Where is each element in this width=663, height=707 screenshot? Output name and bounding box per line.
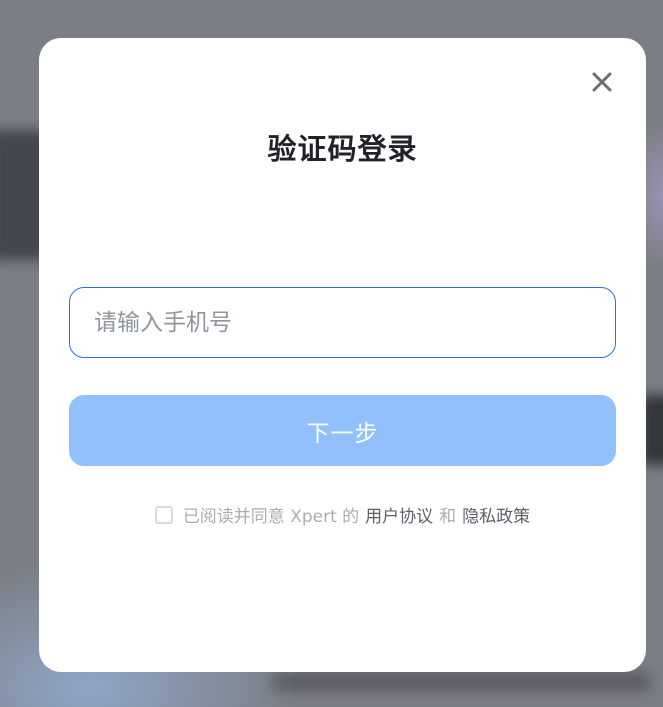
close-icon bbox=[592, 72, 612, 92]
phone-number-input[interactable] bbox=[69, 287, 616, 358]
background-shape bbox=[270, 672, 650, 692]
user-agreement-link[interactable]: 用户协议 bbox=[365, 502, 433, 527]
next-step-button[interactable]: 下一步 bbox=[69, 395, 616, 466]
dialog-title: 验证码登录 bbox=[267, 132, 418, 166]
login-dialog: 验证码登录 下一步 已阅读并同意 Xpert 的 用户协议 和 隐私政策 bbox=[39, 38, 646, 672]
close-button[interactable] bbox=[588, 68, 616, 96]
privacy-policy-link[interactable]: 隐私政策 bbox=[462, 502, 530, 527]
agreement-prefix-text: 已阅读并同意 Xpert 的 bbox=[182, 507, 360, 527]
agreement-and-text: 和 bbox=[439, 507, 457, 527]
agreement-checkbox[interactable] bbox=[154, 505, 173, 524]
agreement-row: 已阅读并同意 Xpert 的 用户协议 和 隐私政策 bbox=[39, 502, 646, 527]
